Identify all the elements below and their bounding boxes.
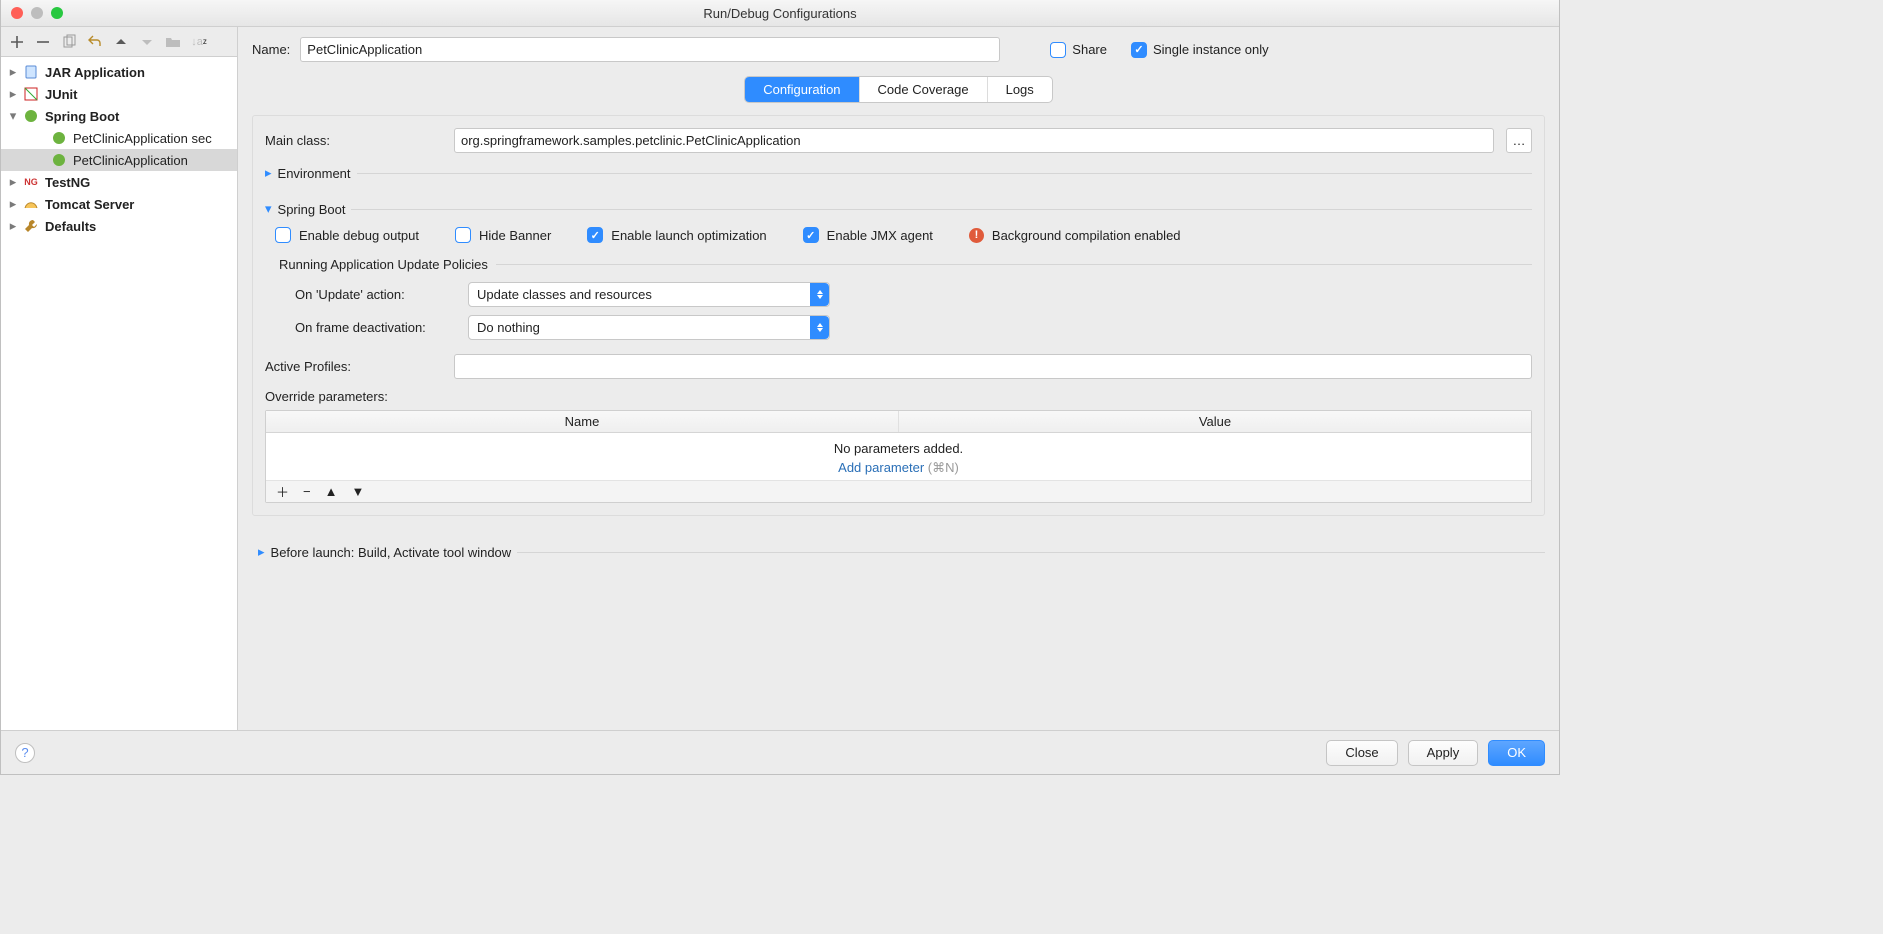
on-update-label: On 'Update' action: xyxy=(295,287,450,302)
checkbox-icon xyxy=(587,227,603,243)
override-col-value: Value xyxy=(899,411,1531,432)
bg-compilation-warning: !Background compilation enabled xyxy=(969,228,1181,243)
on-update-select[interactable]: Update classes and resources xyxy=(468,282,830,307)
copy-config-icon[interactable] xyxy=(61,34,77,50)
tab-configuration[interactable]: Configuration xyxy=(745,77,859,102)
hide-banner-checkbox[interactable]: Hide Banner xyxy=(455,227,551,243)
checkbox-icon xyxy=(275,227,291,243)
checkbox-icon xyxy=(1050,42,1066,58)
main-class-label: Main class: xyxy=(265,133,442,148)
remove-row-icon: − xyxy=(303,484,311,499)
tree-item-junit[interactable]: ▸ JUnit xyxy=(1,83,237,105)
override-toolbar: ＋ − ▲ ▼ xyxy=(266,480,1531,502)
tomcat-icon xyxy=(23,196,39,212)
enable-jmx-checkbox[interactable]: Enable JMX agent xyxy=(803,227,933,243)
tree-item-petclinic[interactable]: PetClinicApplication xyxy=(1,149,237,171)
expand-icon[interactable]: ▸ xyxy=(7,86,19,102)
config-tabs: Configuration Code Coverage Logs xyxy=(744,76,1053,103)
apply-button[interactable]: Apply xyxy=(1408,740,1479,766)
active-profiles-input[interactable] xyxy=(454,354,1532,379)
close-window-icon[interactable] xyxy=(11,7,23,19)
window-controls xyxy=(11,7,63,19)
move-up-icon[interactable] xyxy=(113,34,129,50)
tree-item-petclinic-sec[interactable]: PetClinicApplication sec xyxy=(1,127,237,149)
maximize-window-icon[interactable] xyxy=(51,7,63,19)
expand-icon: ▸ xyxy=(265,165,272,181)
name-input[interactable] xyxy=(300,37,1000,62)
add-parameter-link[interactable]: Add parameter xyxy=(838,460,924,475)
move-up-icon: ▲ xyxy=(325,484,338,499)
folder-icon[interactable] xyxy=(165,34,181,50)
spring-boot-icon xyxy=(51,152,67,168)
tree-item-defaults[interactable]: ▸ Defaults xyxy=(1,215,237,237)
ok-button[interactable]: OK xyxy=(1488,740,1545,766)
on-frame-select[interactable]: Do nothing xyxy=(468,315,830,340)
expand-icon[interactable]: ▸ xyxy=(7,196,19,212)
configurations-sidebar: ↓az ▸ JAR Application ▸ JUnit ▾ Spring B… xyxy=(1,27,238,730)
warning-icon: ! xyxy=(969,228,984,243)
tree-item-jar-application[interactable]: ▸ JAR Application xyxy=(1,61,237,83)
junit-icon xyxy=(23,86,39,102)
spring-boot-section-header[interactable]: ▾ Spring Boot xyxy=(265,201,1532,217)
window-title: Run/Debug Configurations xyxy=(1,6,1559,21)
tree-item-testng[interactable]: ▸ NG TestNG xyxy=(1,171,237,193)
collapse-icon[interactable]: ▾ xyxy=(7,108,19,124)
tab-logs[interactable]: Logs xyxy=(988,77,1052,102)
checkbox-icon xyxy=(455,227,471,243)
environment-section-header[interactable]: ▸ Environment xyxy=(265,165,1532,181)
close-button[interactable]: Close xyxy=(1326,740,1397,766)
expand-icon[interactable]: ▸ xyxy=(7,174,19,190)
single-instance-checkbox[interactable]: Single instance only xyxy=(1131,42,1269,58)
dialog-footer: ? Close Apply OK xyxy=(1,730,1559,774)
override-col-name: Name xyxy=(266,411,899,432)
name-label: Name: xyxy=(252,42,290,57)
expand-icon[interactable]: ▸ xyxy=(7,64,19,80)
testng-icon: NG xyxy=(23,174,39,190)
wrench-icon xyxy=(23,218,39,234)
save-config-icon[interactable] xyxy=(87,34,103,50)
expand-icon: ▸ xyxy=(258,544,265,560)
tab-code-coverage[interactable]: Code Coverage xyxy=(860,77,988,102)
remove-config-icon[interactable] xyxy=(35,34,51,50)
titlebar: Run/Debug Configurations xyxy=(1,0,1559,27)
config-tree[interactable]: ▸ JAR Application ▸ JUnit ▾ Spring Boot … xyxy=(1,57,237,730)
expand-icon[interactable]: ▸ xyxy=(7,218,19,234)
add-config-icon[interactable] xyxy=(9,34,25,50)
config-editor: Name: Share Single instance only Configu… xyxy=(238,27,1559,730)
tree-item-tomcat[interactable]: ▸ Tomcat Server xyxy=(1,193,237,215)
add-row-icon[interactable]: ＋ xyxy=(276,482,289,501)
override-empty-text: No parameters added. xyxy=(266,441,1531,456)
spring-boot-icon xyxy=(23,108,39,124)
active-profiles-label: Active Profiles: xyxy=(265,359,442,374)
override-parameters-table: Name Value No parameters added. Add para… xyxy=(265,410,1532,503)
move-down-icon: ▼ xyxy=(351,484,364,499)
sidebar-toolbar: ↓az xyxy=(1,27,237,57)
enable-launch-opt-checkbox[interactable]: Enable launch optimization xyxy=(587,227,766,243)
move-down-icon[interactable] xyxy=(139,34,155,50)
tree-item-spring-boot[interactable]: ▾ Spring Boot xyxy=(1,105,237,127)
browse-main-class-button[interactable]: … xyxy=(1506,128,1532,153)
checkbox-icon xyxy=(1131,42,1147,58)
main-class-input[interactable] xyxy=(454,128,1494,153)
override-parameters-label: Override parameters: xyxy=(265,389,1532,404)
spring-boot-icon xyxy=(51,130,67,146)
before-launch-section[interactable]: ▸ Before launch: Build, Activate tool wi… xyxy=(258,544,1545,560)
on-frame-label: On frame deactivation: xyxy=(295,320,450,335)
collapse-icon: ▾ xyxy=(265,201,272,217)
jar-icon xyxy=(23,64,39,80)
sort-icon[interactable]: ↓az xyxy=(191,34,207,50)
help-button[interactable]: ? xyxy=(15,743,35,763)
add-parameter-shortcut: (⌘N) xyxy=(928,460,959,475)
update-policies-header: Running Application Update Policies xyxy=(279,257,1532,272)
select-knob-icon xyxy=(810,316,829,339)
select-knob-icon xyxy=(810,283,829,306)
enable-debug-checkbox[interactable]: Enable debug output xyxy=(275,227,419,243)
configuration-panel: Main class: … ▸ Environment ▾ Spring Boo… xyxy=(252,115,1545,516)
minimize-window-icon xyxy=(31,7,43,19)
checkbox-icon xyxy=(803,227,819,243)
share-checkbox[interactable]: Share xyxy=(1050,42,1107,58)
